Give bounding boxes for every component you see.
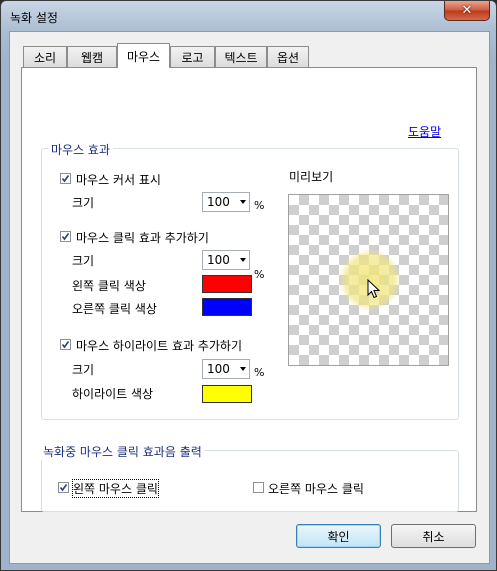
tab-label: 텍스트 [224, 50, 258, 65]
highlight-color-label: 하이라이트 색상 [72, 387, 154, 401]
tab-sound[interactable]: 소리 [23, 46, 67, 67]
tab-text[interactable]: 텍스트 [215, 46, 267, 67]
dialog-window: 녹화 설정 ✕ 소리 웹캠 마우스 로고 텍스트 옵션 도움말 마우스 효과 마… [0, 0, 497, 571]
tab-logo[interactable]: 로고 [170, 46, 215, 67]
click-effect-checkbox[interactable] [60, 231, 71, 242]
left-click-sound-label: 왼쪽 마우스 클릭 [72, 479, 159, 498]
tab-label: 옵션 [276, 50, 300, 65]
right-click-color-label: 오른쪽 클릭 색상 [72, 302, 157, 316]
cancel-button[interactable]: 취소 [391, 524, 476, 548]
check-icon [61, 175, 70, 183]
tab-label: 로고 [181, 50, 204, 65]
preview-label: 미리보기 [289, 170, 334, 184]
highlight-effect-label: 마우스 하이라이트 효과 추가하기 [76, 339, 243, 353]
right-click-sound-label: 오른쪽 마우스 클릭 [268, 482, 364, 496]
tab-panel-mouse: 도움말 마우스 효과 마우스 커서 표시 크기 100 % 마우스 클릭 효과 … [21, 67, 477, 512]
help-link[interactable]: 도움말 [408, 123, 441, 140]
left-click-color-swatch[interactable] [202, 275, 252, 293]
close-button[interactable]: ✕ [444, 1, 490, 21]
window-title: 녹화 설정 [10, 11, 58, 25]
tab-label: 소리 [33, 50, 57, 65]
cursor-size-value: 100 [207, 195, 230, 209]
cursor-size-label: 크기 [72, 196, 95, 210]
preview-canvas [288, 194, 449, 366]
highlight-size-value: 100 [207, 362, 230, 376]
show-cursor-label: 마우스 커서 표시 [76, 173, 161, 187]
check-icon [61, 233, 70, 241]
tab-mouse[interactable]: 마우스 [117, 43, 170, 68]
ok-button-label: 확인 [327, 529, 350, 544]
highlight-size-select[interactable]: 100 [202, 359, 250, 379]
check-icon [61, 341, 70, 349]
highlight-size-unit: % [254, 366, 265, 379]
tab-label: 마우스 [126, 49, 161, 64]
click-size-label: 크기 [72, 254, 95, 268]
tab-label: 웹캠 [80, 50, 104, 65]
click-effect-label: 마우스 클릭 효과 추가하기 [76, 231, 209, 245]
click-size-unit: % [254, 268, 265, 281]
mouse-pointer-icon [367, 279, 381, 299]
click-size-value: 100 [207, 253, 230, 267]
recording-output-legend: 녹화중 마우스 클릭 효과음 출력 [40, 443, 205, 460]
chevron-down-icon [240, 258, 246, 262]
right-click-sound-checkbox[interactable] [253, 482, 264, 493]
tab-webcam[interactable]: 웹캠 [67, 46, 117, 67]
left-click-color-label: 왼쪽 클릭 색상 [72, 279, 146, 293]
cancel-button-label: 취소 [422, 529, 445, 544]
ok-button[interactable]: 확인 [296, 524, 381, 548]
highlight-size-label: 크기 [72, 363, 95, 377]
highlight-effect-checkbox[interactable] [60, 339, 71, 350]
check-icon [59, 484, 68, 492]
close-icon: ✕ [461, 3, 473, 18]
click-size-select[interactable]: 100 [202, 250, 250, 270]
chevron-down-icon [240, 200, 246, 204]
mouse-effect-legend: 마우스 효과 [48, 141, 114, 158]
highlight-color-swatch[interactable] [202, 385, 252, 403]
left-click-sound-checkbox[interactable] [58, 482, 69, 493]
tab-options[interactable]: 옵션 [267, 46, 309, 67]
cursor-size-unit: % [254, 199, 265, 212]
chevron-down-icon [240, 367, 246, 371]
show-cursor-checkbox[interactable] [60, 173, 71, 184]
title-bar[interactable]: 녹화 설정 ✕ [1, 1, 496, 31]
cursor-size-select[interactable]: 100 [202, 192, 250, 212]
right-click-color-swatch[interactable] [202, 298, 252, 316]
dialog-client: 소리 웹캠 마우스 로고 텍스트 옵션 도움말 마우스 효과 마우스 커서 표시… [9, 31, 490, 564]
